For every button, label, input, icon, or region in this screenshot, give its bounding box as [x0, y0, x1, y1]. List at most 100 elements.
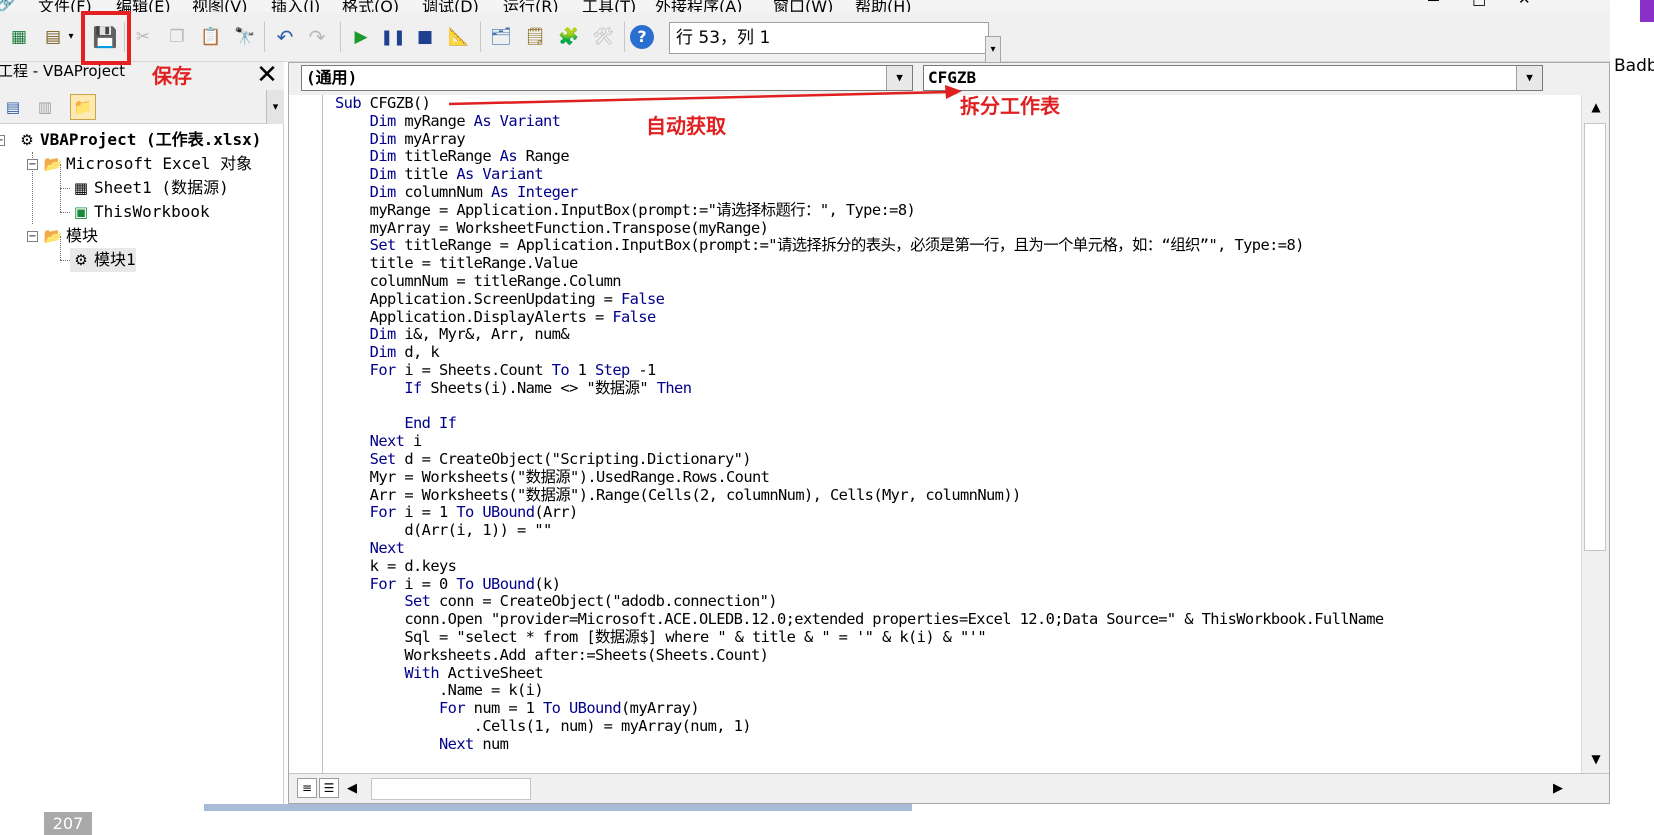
tree-node-modules[interactable]: 📂 模块	[42, 224, 98, 248]
properties-window-icon[interactable]: 🗒	[522, 24, 548, 50]
code-line[interactable]	[335, 398, 1563, 416]
full-module-view-icon[interactable]: ☰	[319, 778, 339, 798]
procedure-combo-dropdown-icon[interactable]: ▼	[1516, 66, 1542, 90]
code-line[interactable]: myArray = WorksheetFunction.Transpose(my…	[335, 219, 1563, 238]
find-icon[interactable]: 🔭	[232, 24, 258, 50]
menu-debug[interactable]: 调试(D)	[422, 0, 479, 12]
code-line[interactable]: Dim titleRange As Range	[335, 147, 1563, 166]
tree-node-thisworkbook[interactable]: ▣ ThisWorkbook	[70, 200, 210, 224]
scroll-right-icon[interactable]: ▶	[1549, 778, 1567, 800]
code-line[interactable]: Application.DisplayAlerts = False	[335, 308, 1563, 327]
object-combo[interactable]: (通用) ▼	[301, 65, 913, 91]
code-line[interactable]: Dim i&, Myr&, Arr, num&	[335, 325, 1563, 344]
view-code-icon[interactable]: ▤	[0, 94, 26, 120]
code-line[interactable]: .Name = k(i)	[335, 681, 1563, 700]
restore-button[interactable]: □	[1472, 0, 1486, 8]
object-browser-icon[interactable]: 🧩	[556, 24, 582, 50]
code-line[interactable]: Next i	[335, 432, 1563, 451]
toolbar-grip-icon[interactable]: ▾	[985, 36, 1001, 64]
insert-dropdown-icon[interactable]: ▾	[64, 24, 78, 50]
tree-node-excel-objects[interactable]: 📂 Microsoft Excel 对象	[42, 152, 252, 176]
menu-icon[interactable]: 🔗	[0, 0, 16, 12]
copy-icon[interactable]: ❐	[164, 24, 190, 50]
code-keyword: For	[369, 503, 397, 522]
procedure-combo[interactable]: CFGZB ▼	[923, 65, 1543, 91]
tree-node-sheet1[interactable]: ▦ Sheet1 (数据源)	[70, 176, 229, 200]
project-explorer-icon[interactable]: 🗂	[488, 24, 514, 50]
help-icon[interactable]: ?	[630, 25, 654, 49]
code-line[interactable]: Dim myArray	[335, 130, 1563, 149]
code-line[interactable]: k = d.keys	[335, 557, 1563, 576]
reset-icon[interactable]: ■	[412, 24, 438, 50]
tree-collapse-modules[interactable]: −	[27, 231, 38, 242]
code-vscroll-thumb[interactable]	[1584, 123, 1606, 551]
undo-icon[interactable]: ↶	[272, 24, 298, 50]
tree-collapse-root[interactable]: −	[0, 135, 5, 146]
menu-window[interactable]: 窗口(W)	[773, 0, 833, 12]
view-excel-icon[interactable]: ▦	[6, 24, 32, 50]
code-line[interactable]: Dim myRange As Variant	[335, 112, 1563, 131]
tree-node-vbaproject[interactable]: ⚙ VBAProject (工作表.xlsx)	[16, 128, 261, 152]
menu-format[interactable]: 格式(O)	[342, 0, 399, 12]
margin-indicator-bar[interactable]	[289, 95, 323, 773]
insert-userform-icon[interactable]: ▤	[40, 24, 66, 50]
tree-node-module1[interactable]: ⚙ 模块1	[70, 248, 136, 272]
code-line[interactable]: With ActiveSheet	[335, 664, 1563, 683]
code-hscroll-thumb[interactable]	[371, 778, 531, 800]
close-button[interactable]: ✕	[1518, 0, 1531, 8]
code-line[interactable]: For i = Sheets.Count To 1 Step -1	[335, 361, 1563, 380]
scroll-up-icon[interactable]: ▲	[1582, 95, 1610, 119]
code-line[interactable]: Next	[335, 539, 1563, 558]
menu-addins[interactable]: 外接程序(A)	[655, 0, 742, 12]
code-line[interactable]: Worksheets.Add after:=Sheets(Sheets.Coun…	[335, 646, 1563, 665]
code-line[interactable]: For i = 0 To UBound(k)	[335, 575, 1563, 594]
procedure-view-icon[interactable]: ≡	[297, 778, 317, 798]
code-line[interactable]: Application.ScreenUpdating = False	[335, 290, 1563, 309]
code-line[interactable]: Dim d, k	[335, 343, 1563, 362]
code-line[interactable]: Myr = Worksheets("数据源").UsedRange.Rows.C…	[335, 468, 1563, 487]
object-combo-dropdown-icon[interactable]: ▼	[886, 66, 912, 90]
menu-run[interactable]: 运行(R)	[503, 0, 559, 12]
design-mode-icon[interactable]: 📐	[446, 24, 472, 50]
code-editor[interactable]: Sub CFGZB() Dim myRange As Variant Dim m…	[335, 95, 1563, 773]
toolbox-icon[interactable]: 🛠	[590, 24, 616, 50]
code-line[interactable]: Dim title As Variant	[335, 165, 1563, 184]
code-line[interactable]: myRange = Application.InputBox(prompt:="…	[335, 201, 1563, 220]
minimize-button[interactable]: －	[1426, 0, 1441, 11]
code-line[interactable]: d(Arr(i, 1)) = ""	[335, 521, 1563, 540]
run-icon[interactable]: ▶	[348, 24, 374, 50]
code-line[interactable]: For i = 1 To UBound(Arr)	[335, 503, 1563, 522]
redo-icon[interactable]: ↷	[304, 24, 330, 50]
toggle-folders-icon[interactable]: 📁	[70, 94, 96, 120]
code-line[interactable]: Set d = CreateObject("Scripting.Dictiona…	[335, 450, 1563, 469]
scroll-left-icon[interactable]: ◀	[343, 778, 361, 800]
code-line[interactable]: Set conn = CreateObject("adodb.connectio…	[335, 592, 1563, 611]
code-line[interactable]: title = titleRange.Value	[335, 254, 1563, 273]
code-line[interactable]: .Cells(1, num) = myArray(num, 1)	[335, 717, 1563, 736]
paste-icon[interactable]: 📋	[198, 24, 224, 50]
project-pane-toolbar-scroll[interactable]: ▾	[266, 90, 284, 124]
code-line[interactable]: Arr = Worksheets("数据源").Range(Cells(2, c…	[335, 486, 1563, 505]
menu-tools[interactable]: 工具(T)	[582, 0, 636, 12]
menu-view[interactable]: 视图(V)	[192, 0, 247, 12]
code-line[interactable]: columnNum = titleRange.Column	[335, 272, 1563, 291]
menu-help[interactable]: 帮助(H)	[855, 0, 912, 12]
code-line[interactable]: For num = 1 To UBound(myArray)	[335, 699, 1563, 718]
scroll-down-icon[interactable]: ▼	[1582, 747, 1610, 771]
menu-insert[interactable]: 插入(I)	[271, 0, 320, 12]
code-vscrollbar[interactable]: ▲ ▼	[1581, 95, 1609, 773]
code-line[interactable]: If Sheets(i).Name <> "数据源" Then	[335, 379, 1563, 398]
code-line[interactable]: Next num	[335, 735, 1563, 754]
break-icon[interactable]: ❚❚	[380, 24, 406, 50]
view-object-icon[interactable]: ▥	[32, 94, 58, 120]
code-line[interactable]: Set titleRange = Application.InputBox(pr…	[335, 236, 1563, 255]
code-line[interactable]: End If	[335, 414, 1563, 433]
cut-icon[interactable]: ✂	[130, 24, 156, 50]
code-line[interactable]: conn.Open "provider=Microsoft.ACE.OLEDB.…	[335, 610, 1563, 629]
code-line[interactable]: Dim columnNum As Integer	[335, 183, 1563, 202]
project-pane-close-button[interactable]: ✕	[254, 62, 280, 90]
tree-collapse-excel-objects[interactable]: −	[27, 159, 38, 170]
code-line[interactable]: Sql = "select * from [数据源$] where " & ti…	[335, 628, 1563, 647]
code-line[interactable]: Sub CFGZB()	[335, 95, 1563, 113]
